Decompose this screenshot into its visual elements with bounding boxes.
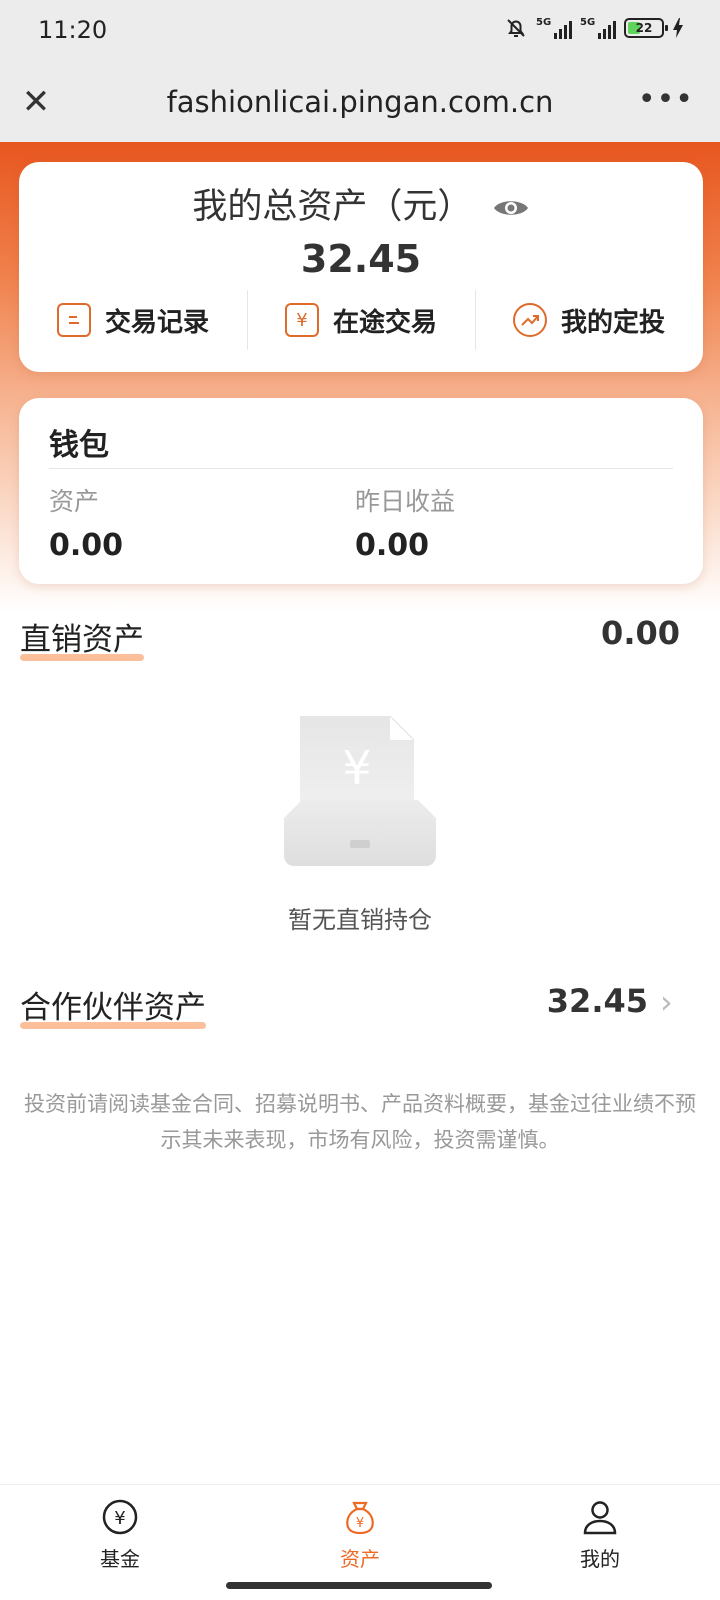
wallet-yesterday-earnings: 昨日收益 0.00 [355,482,455,563]
tab-fund-label: 基金 [100,1547,140,1571]
eye-icon[interactable] [492,196,530,220]
total-assets-card: 我的总资产（元） 32.45 交易记录 ¥ 在途交易 我的定投 [19,162,703,372]
browser-nav-bar: ✕ fashionlicai.pingan.com.cn ••• [0,62,720,142]
list-icon [56,303,91,337]
battery-icon: 22 [624,18,668,38]
charging-bolt-icon [673,18,683,38]
transaction-records-label: 交易记录 [104,307,209,338]
tab-assets-label: 资产 [340,1547,380,1571]
wallet-asset: 资产 0.00 [49,482,123,563]
empty-direct-holdings-text: 暂无直销持仓 [288,906,432,934]
status-icons: 5G 5G 22 [504,16,684,40]
partner-assets-title: 合作伙伴资产 [20,982,206,1029]
close-icon[interactable]: ✕ [20,82,52,122]
total-assets-title: 我的总资产（元） [192,187,473,227]
wallet-yesterday-label: 昨日收益 [355,487,456,516]
wallet-title: 钱包 [49,428,109,463]
my-auto-invest-button[interactable]: 我的定投 [475,290,703,350]
wallet-yesterday-value: 0.00 [355,528,430,563]
wallet-asset-value: 0.00 [49,528,124,563]
quick-actions: 交易记录 ¥ 在途交易 我的定投 [19,290,703,350]
direct-assets-header: 直销资产 0.00 [20,614,680,661]
status-time: 11:20 [38,16,108,44]
wallet-asset-label: 资产 [49,487,100,516]
wallet-divider [49,468,673,469]
direct-assets-value: 0.00 [601,614,680,652]
signal-1-icon: 5G [536,17,572,39]
svg-text:¥: ¥ [342,741,371,795]
trend-icon [512,303,547,337]
tab-mine-label: 我的 [580,1547,620,1571]
wallet-card[interactable]: 钱包 资产 0.00 昨日收益 0.00 [19,398,703,584]
direct-assets-title: 直销资产 [20,614,144,661]
page-url-title: fashionlicai.pingan.com.cn [166,85,554,119]
home-indicator[interactable] [226,1582,492,1589]
mute-bell-icon [507,19,525,37]
fund-icon: ¥ [102,1499,138,1535]
in-transit-button[interactable]: ¥ 在途交易 [247,290,475,350]
svg-text:¥: ¥ [114,1508,125,1529]
status-bar: 11:20 5G 5G 22 [0,0,720,62]
my-auto-invest-label: 我的定投 [560,307,665,338]
svg-text:¥: ¥ [356,1516,364,1531]
partner-assets-value: 32.45 [546,982,648,1020]
total-assets-amount: 32.45 [300,237,422,281]
signal-2-icon: 5G [580,17,616,39]
user-icon [583,1501,617,1535]
in-transit-label: 在途交易 [332,307,437,338]
partner-assets-row[interactable]: 合作伙伴资产 32.45 › [20,982,684,1029]
tab-fund[interactable]: ¥ 基金 [0,1485,240,1600]
total-assets-title-row: 我的总资产（元） [19,178,703,229]
chevron-right-icon: › [660,983,673,1021]
transaction-records-button[interactable]: 交易记录 [19,290,247,350]
risk-disclaimer: 投资前请阅读基金合同、招募说明书、产品资料概要，基金过往业绩不预示其未来表现，市… [24,1092,696,1152]
moneybag-icon: ¥ [346,1501,374,1535]
more-icon[interactable]: ••• [638,80,694,120]
empty-inbox-icon: ¥ [284,715,436,866]
tab-mine[interactable]: 我的 [480,1485,720,1600]
yuan-icon: ¥ [284,303,319,337]
